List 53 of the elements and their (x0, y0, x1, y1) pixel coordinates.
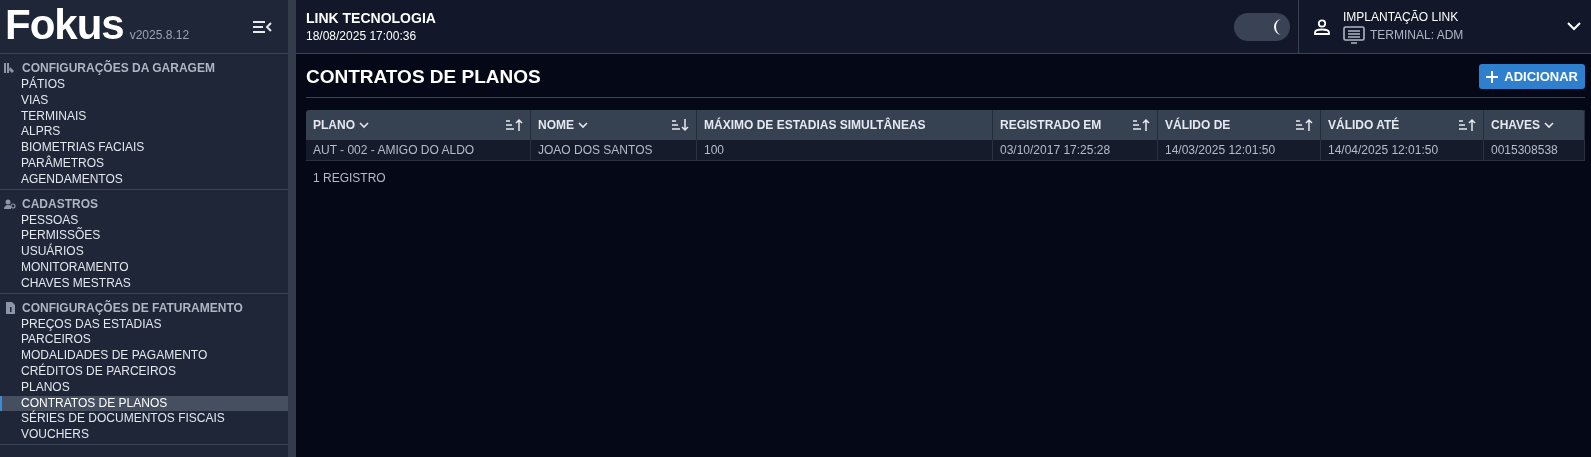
table-cell: 03/10/2017 17:25:28 (993, 140, 1158, 160)
table-cell: 14/04/2025 12:01:50 (1321, 140, 1484, 160)
sidebar-item[interactable]: ALPRS (0, 124, 288, 141)
version-label: v2025.8.12 (129, 28, 190, 42)
terminal-label: TERMINAL: ADM (1370, 27, 1464, 42)
logo: Fokus (5, 7, 124, 43)
plus-icon (1486, 70, 1499, 83)
table-cell: AUT - 002 - AMIGO DO ALDO (306, 140, 531, 160)
menu-icon[interactable] (252, 20, 272, 34)
sidebar-item[interactable]: VIAS (0, 92, 288, 109)
section-heading: CONFIGURAÇÕES DA GARAGEM (22, 61, 215, 75)
user-name: IMPLANTAÇÃO LINK (1343, 9, 1460, 24)
sidebar-item[interactable]: PARCEIROS (0, 332, 288, 349)
sidebar-item[interactable]: SÉRIES DE DOCUMENTOS FISCAIS (0, 411, 288, 428)
company-name: LINK TECNOLOGIA (306, 10, 437, 26)
table-cell: 100 (697, 140, 993, 160)
sidebar-item[interactable]: VOUCHERS (0, 427, 288, 443)
sort-icon[interactable] (1296, 118, 1313, 132)
chevron-down-icon[interactable] (1544, 121, 1555, 129)
sort-icon[interactable] (672, 118, 689, 132)
sidebar-item[interactable]: TERMINAIS (0, 108, 288, 125)
moon-icon (1272, 17, 1282, 36)
barrier-icon (4, 62, 16, 74)
sort-icon[interactable] (506, 118, 523, 132)
table-cell: JOAO DOS SANTOS (531, 140, 697, 160)
sidebar-item[interactable]: BIOMETRIAS FACIAIS (0, 140, 288, 156)
sidebar-item[interactable]: USUÁRIOS (0, 244, 288, 260)
sort-icon[interactable] (1133, 118, 1150, 132)
sidebar-item[interactable]: CHAVES MESTRAS (0, 275, 288, 292)
sort-icon[interactable] (1459, 118, 1476, 132)
sidebar-item[interactable]: PREÇOS DAS ESTADIAS (0, 316, 288, 333)
user-icon (1313, 17, 1331, 36)
sidebar-item[interactable]: MONITORAMENTO (0, 259, 288, 276)
chevron-down-icon[interactable] (578, 121, 588, 129)
datetime-label: 18/08/2025 17:00:36 (306, 29, 418, 43)
sidebar-item[interactable]: PLANOS (0, 379, 288, 396)
chevron-down-icon[interactable] (359, 121, 369, 129)
section-heading: CADASTROS (22, 196, 98, 211)
user-search-icon (4, 197, 16, 210)
monitor-icon (1343, 25, 1365, 44)
theme-toggle[interactable] (1234, 12, 1290, 41)
sidebar-item[interactable]: MODALIDADES DE PAGAMENTO (0, 348, 288, 364)
sidebar-item[interactable]: AGENDAMENTOS (0, 171, 288, 188)
table-cell: 0015308538 (1484, 140, 1585, 160)
sidebar-item[interactable]: CRÉDITOS DE PARCEIROS (0, 363, 288, 380)
document-icon (4, 301, 16, 314)
section-heading: CONFIGURAÇÕES DE FATURAMENTO (22, 300, 243, 315)
record-count: 1 REGISTRO (313, 171, 386, 185)
page-title: CONTRATOS DE PLANOS (306, 65, 541, 88)
table-cell: 14/03/2025 12:01:50 (1158, 140, 1321, 160)
add-button[interactable]: ADICIONAR (1479, 64, 1585, 89)
sidebar-item[interactable]: PARÂMETROS (0, 156, 288, 172)
sidebar-item[interactable]: PÁTIOS (0, 77, 288, 93)
